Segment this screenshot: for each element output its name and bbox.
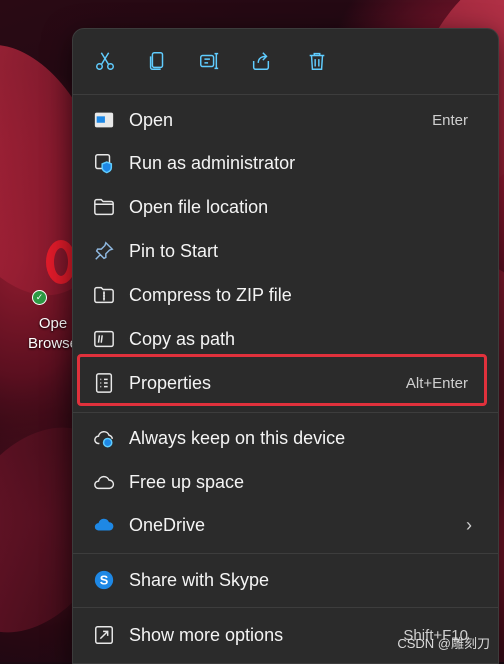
delete-button[interactable] bbox=[297, 41, 337, 81]
share-button[interactable] bbox=[241, 41, 281, 81]
more-options-icon bbox=[93, 624, 115, 646]
rename-button[interactable] bbox=[189, 41, 229, 81]
menu-item-label: Share with Skype bbox=[129, 569, 270, 590]
rename-icon bbox=[200, 52, 219, 70]
menu-item-copy-as-path[interactable]: Copy as path bbox=[77, 319, 494, 359]
menu-item-onedrive[interactable]: OneDrive › bbox=[77, 505, 494, 545]
menu-separator bbox=[73, 553, 498, 554]
menu-item-run-as-administrator[interactable]: Run as administrator bbox=[77, 143, 494, 183]
sync-check-icon: ✓ bbox=[32, 290, 47, 305]
menu-item-label: Run as administrator bbox=[129, 152, 296, 173]
menu-item-label: Copy as path bbox=[129, 328, 236, 349]
cut-button[interactable] bbox=[85, 41, 125, 81]
menu-item-shortcut: Enter bbox=[432, 111, 468, 129]
delete-icon bbox=[309, 52, 325, 70]
menu-separator bbox=[73, 94, 498, 95]
menu-item-label: Pin to Start bbox=[129, 240, 219, 261]
menu-item-free-up-space[interactable]: Free up space bbox=[77, 462, 494, 502]
menu-item-label: Compress to ZIP file bbox=[129, 284, 292, 305]
svg-text:S: S bbox=[100, 573, 109, 588]
menu-separator bbox=[73, 607, 498, 608]
pin-icon bbox=[93, 240, 115, 262]
cut-icon bbox=[96, 52, 114, 70]
menu-item-label: Show more options bbox=[129, 624, 284, 645]
onedrive-icon bbox=[93, 514, 115, 536]
context-menu: Open Enter Run as administrator Open fil… bbox=[72, 28, 499, 664]
menu-item-label: OneDrive bbox=[129, 514, 206, 535]
folder-icon bbox=[93, 196, 115, 218]
cloud-icon bbox=[93, 471, 115, 493]
menu-item-always-keep-on-device[interactable]: Always keep on this device bbox=[77, 418, 494, 458]
menu-item-label: Open bbox=[129, 109, 174, 130]
share-icon bbox=[252, 52, 270, 70]
copy-path-icon bbox=[93, 328, 115, 350]
properties-highlight-box bbox=[77, 354, 487, 406]
open-icon bbox=[93, 109, 115, 131]
menu-item-compress-to-zip[interactable]: Compress to ZIP file bbox=[77, 275, 494, 315]
watermark-text: CSDN @雕刻刀 bbox=[397, 636, 490, 651]
menu-item-label: Open file location bbox=[129, 196, 269, 217]
menu-separator bbox=[73, 412, 498, 413]
cloud-sync-icon bbox=[93, 427, 115, 449]
menu-item-share-with-skype[interactable]: S Share with Skype bbox=[77, 560, 494, 600]
admin-shield-icon bbox=[93, 152, 115, 174]
menu-item-open[interactable]: Open Enter bbox=[77, 100, 494, 140]
copy-button[interactable] bbox=[137, 41, 177, 81]
menu-item-label: Always keep on this device bbox=[129, 427, 346, 448]
copy-icon bbox=[149, 52, 164, 70]
menu-item-label: Free up space bbox=[129, 471, 245, 492]
chevron-right-icon: › bbox=[466, 514, 472, 535]
zip-folder-icon bbox=[93, 284, 115, 306]
menu-item-pin-to-start[interactable]: Pin to Start bbox=[77, 231, 494, 271]
quick-actions-bar bbox=[73, 37, 498, 81]
skype-icon: S bbox=[93, 569, 115, 591]
menu-item-open-file-location[interactable]: Open file location bbox=[77, 187, 494, 227]
